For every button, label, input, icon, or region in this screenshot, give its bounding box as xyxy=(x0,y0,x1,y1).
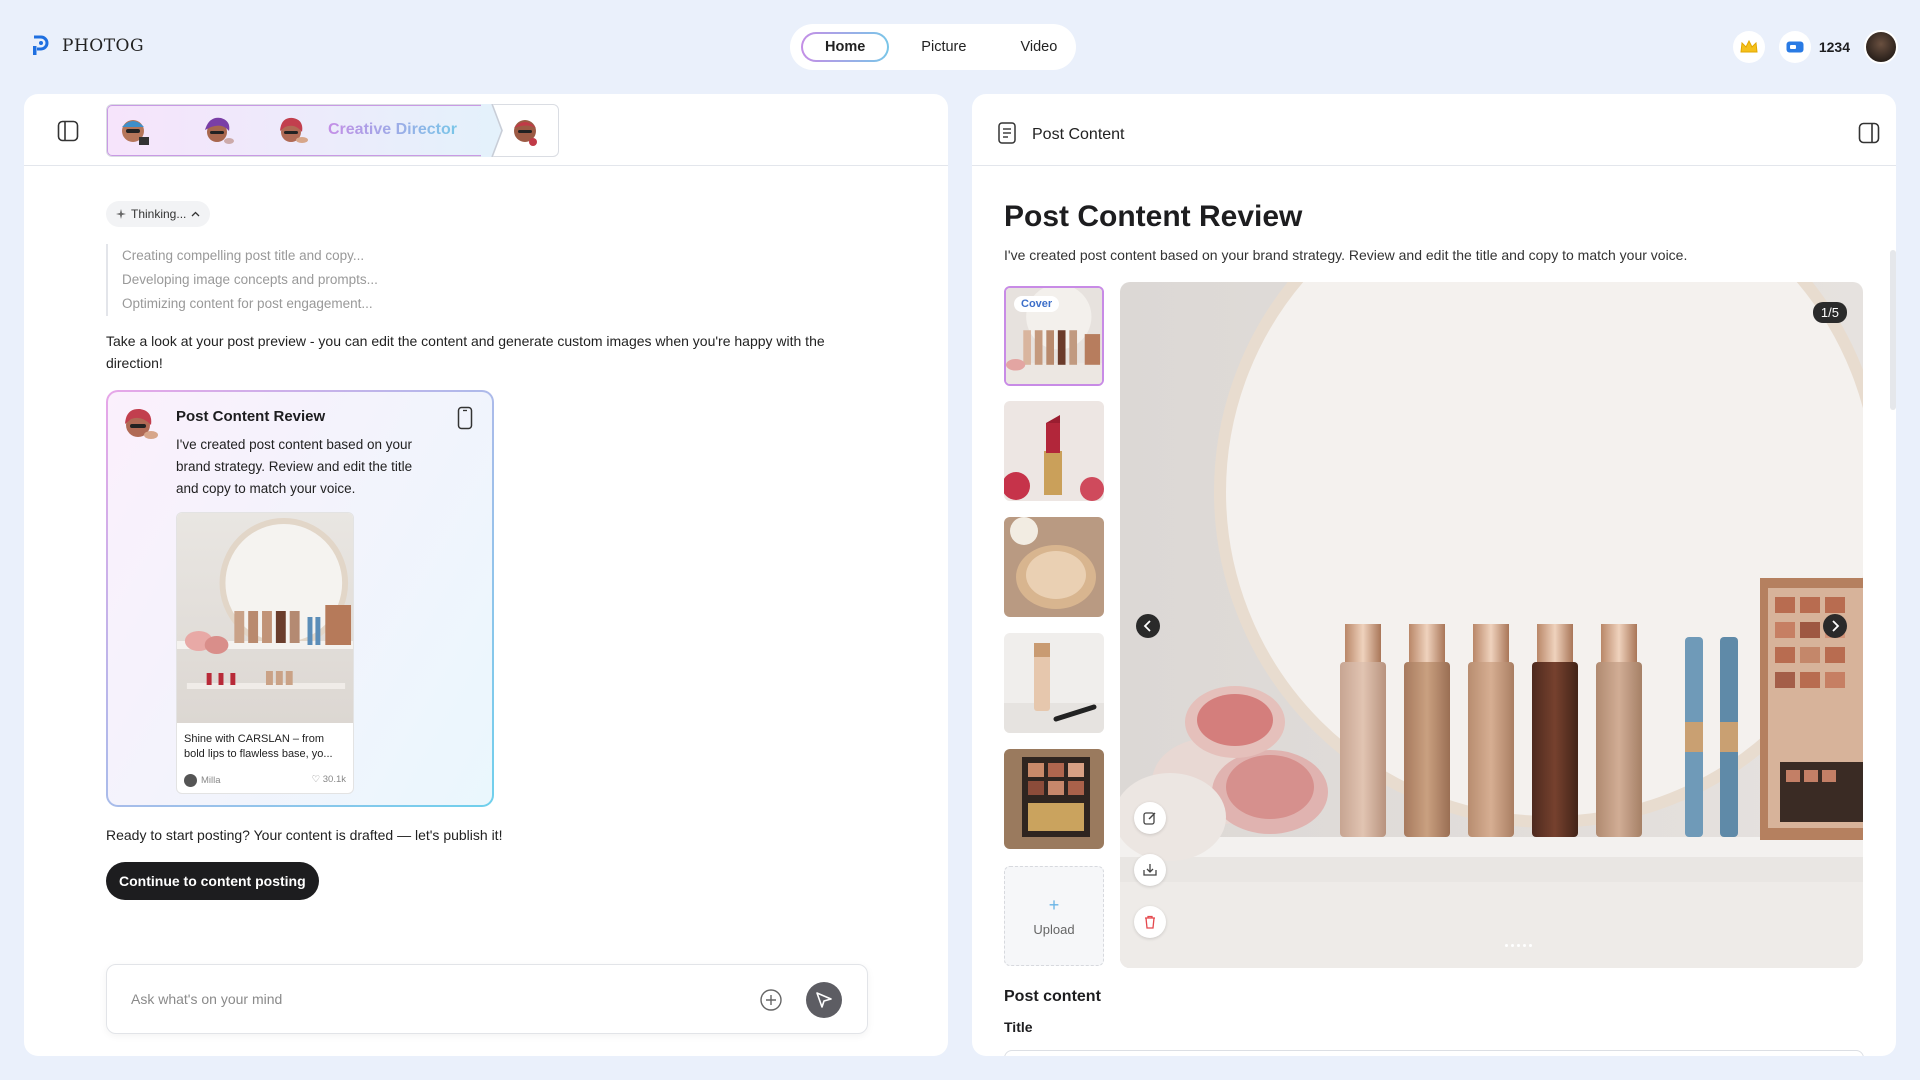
carousel-dot[interactable] xyxy=(1505,944,1508,947)
plus-circle-icon[interactable] xyxy=(759,988,783,1012)
preview-caption: Shine with CARSLAN – from bold lips to f… xyxy=(184,733,333,760)
crown-icon xyxy=(1740,40,1758,53)
send-icon xyxy=(816,992,832,1008)
edit-icon xyxy=(1143,812,1156,825)
logo-text: PHOTOG xyxy=(62,36,145,56)
agent-selector: Creative Director xyxy=(106,104,559,157)
preview-footer: Milla ♡ 30.1k xyxy=(184,774,346,787)
section-heading: Post content xyxy=(1004,988,1101,1005)
agent-avatar-3[interactable] xyxy=(275,113,311,149)
review-subtitle: I've created post content based on your … xyxy=(1004,247,1688,263)
likes-count: 30.1k xyxy=(322,774,346,785)
document-icon xyxy=(998,122,1016,144)
plus-icon: + xyxy=(1048,895,1060,915)
post-preview[interactable]: Shine with CARSLAN – from bold lips to f… xyxy=(176,512,354,794)
carousel-dot[interactable] xyxy=(1517,944,1520,947)
thumbnail-image-4 xyxy=(1004,633,1104,733)
main-image xyxy=(1120,282,1863,968)
download-image-button[interactable] xyxy=(1134,854,1166,886)
title-label: Title xyxy=(1004,1019,1033,1035)
thinking-toggle[interactable]: Thinking... xyxy=(106,201,211,227)
credit-icon-wrap xyxy=(1778,31,1811,63)
thumbnail-image-2 xyxy=(1004,401,1104,501)
chat-header: Creative Director xyxy=(24,94,948,166)
thumbnail-cover[interactable]: Cover xyxy=(1004,286,1104,386)
thinking-steps: Creating compelling post title and copy.… xyxy=(106,244,378,316)
agent-avatar xyxy=(125,408,158,439)
crown-button[interactable] xyxy=(1732,31,1765,63)
chevron-up-icon xyxy=(191,211,200,217)
preview-likes[interactable]: ♡ 30.1k xyxy=(312,774,346,787)
prev-image-button[interactable] xyxy=(1136,614,1160,638)
logo-icon xyxy=(33,35,49,55)
preview-user[interactable]: Milla xyxy=(184,774,221,787)
assistant-message-2: Ready to start posting? Your content is … xyxy=(106,827,503,843)
app-logo[interactable]: PHOTOG xyxy=(30,34,144,58)
trash-icon xyxy=(1145,915,1155,929)
edit-image-button[interactable] xyxy=(1134,802,1166,834)
preview-image xyxy=(177,513,353,723)
thinking-step: Optimizing content for post engagement..… xyxy=(122,296,373,311)
sidebar-toggle-icon[interactable] xyxy=(57,120,79,142)
chevron-left-icon xyxy=(1143,620,1151,632)
panel-title: Post Content xyxy=(1032,126,1125,143)
carousel-dot[interactable] xyxy=(1511,944,1514,947)
upload-label: Upload xyxy=(1033,922,1075,937)
thumbnail-image-3 xyxy=(1004,517,1104,617)
post-review-card[interactable]: Post Content Review I've created post co… xyxy=(106,390,494,807)
preview-username: Milla xyxy=(201,775,221,787)
thumbnail-3[interactable] xyxy=(1004,517,1104,617)
card-description: I've created post content based on your … xyxy=(176,437,413,496)
top-bar: PHOTOG Home Picture Video 1234 xyxy=(0,0,1920,92)
carousel-dots xyxy=(1505,944,1532,947)
credits-count: 1234 xyxy=(1818,39,1850,55)
scrollbar[interactable] xyxy=(1890,250,1896,410)
tab-home[interactable]: Home xyxy=(801,32,889,62)
chat-panel: Creative Director Thinking... Creating c… xyxy=(24,94,948,1056)
chat-input-box[interactable]: Ask what's on your mind xyxy=(106,964,868,1034)
thumbnail-5[interactable] xyxy=(1004,749,1104,849)
agent-avatar-2[interactable] xyxy=(201,113,237,149)
preview-avatar xyxy=(184,774,197,787)
thumbnail-4[interactable] xyxy=(1004,633,1104,733)
credits-display[interactable]: 1234 xyxy=(1778,31,1850,63)
post-content-header: Post Content xyxy=(972,94,1896,166)
thinking-step: Creating compelling post title and copy.… xyxy=(122,248,365,263)
main-image-viewer[interactable]: 1/5 xyxy=(1120,282,1863,968)
assistant-message: Take a look at your post preview - you c… xyxy=(106,333,825,371)
delete-image-button[interactable] xyxy=(1134,906,1166,938)
post-content-panel: Post Content Post Content Review I've cr… xyxy=(972,94,1896,1056)
next-image-button[interactable] xyxy=(1823,614,1847,638)
agent-arrow-icon xyxy=(481,104,503,157)
thumbnail-2[interactable] xyxy=(1004,401,1104,501)
title-input[interactable] xyxy=(1004,1050,1864,1056)
agent-avatar-4[interactable] xyxy=(507,113,543,149)
sparkle-icon xyxy=(116,209,126,219)
thinking-label: Thinking... xyxy=(131,207,187,221)
header-tools: 1234 xyxy=(1732,30,1898,64)
download-icon xyxy=(1143,864,1157,876)
send-button[interactable] xyxy=(806,982,842,1018)
page-indicator: 1/5 xyxy=(1812,302,1847,323)
review-title: Post Content Review xyxy=(1004,200,1303,233)
panel-collapse-icon[interactable] xyxy=(1858,122,1880,144)
thumbnail-image-5 xyxy=(1004,749,1104,849)
main-nav: Home Picture Video xyxy=(790,24,1076,70)
carousel-dot[interactable] xyxy=(1529,944,1532,947)
chevron-right-icon xyxy=(1832,620,1840,632)
continue-posting-button[interactable]: Continue to content posting xyxy=(106,862,319,900)
user-avatar[interactable] xyxy=(1864,30,1898,64)
tab-picture[interactable]: Picture xyxy=(899,32,988,62)
chat-input-placeholder[interactable]: Ask what's on your mind xyxy=(131,991,282,1007)
agent-name-label: Creative Director xyxy=(328,121,457,138)
card-title: Post Content Review xyxy=(176,408,326,425)
cover-badge: Cover xyxy=(1014,296,1060,312)
agent-avatar-1[interactable] xyxy=(117,113,153,149)
upload-button[interactable]: + Upload xyxy=(1004,866,1104,966)
credit-icon xyxy=(1786,41,1804,53)
thinking-step: Developing image concepts and prompts... xyxy=(122,272,378,287)
carousel-dot[interactable] xyxy=(1523,944,1526,947)
phone-icon[interactable] xyxy=(457,406,473,430)
tab-video[interactable]: Video xyxy=(998,32,1079,62)
